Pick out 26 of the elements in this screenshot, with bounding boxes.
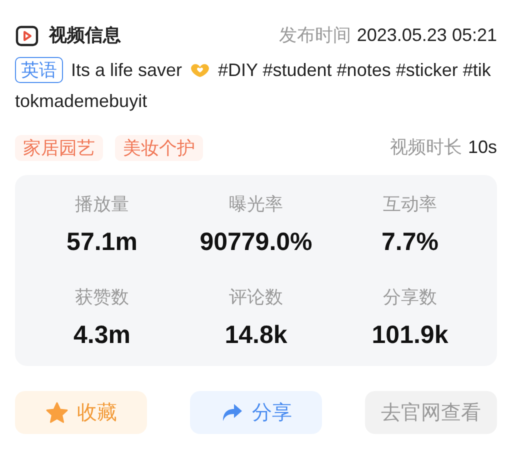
share-button[interactable]: 分享: [190, 391, 322, 434]
language-tag: 英语: [15, 57, 63, 83]
stat-label: 分享数: [383, 286, 437, 308]
stat-value: 4.3m: [74, 320, 130, 350]
stat-label: 互动率: [383, 193, 437, 216]
favorite-button[interactable]: 收藏: [15, 391, 147, 434]
stat-value: 14.8k: [224, 320, 288, 350]
stat-label: 曝光率: [229, 193, 283, 216]
category-tag: 家居园艺: [15, 134, 103, 160]
publish-time: 2023.05.23 05:21: [356, 24, 497, 47]
stat-label: 评论数: [229, 286, 283, 308]
star-icon: [45, 400, 69, 424]
duration-value: 10s: [468, 136, 497, 159]
category-tag: 美妆个护: [115, 134, 203, 160]
video-description: 英语 Its a life saver #DIY #student #notes #sticker #tiktokmademebuyit: [15, 55, 497, 117]
duration-label: 视频时长: [390, 136, 462, 159]
video-play-icon: [15, 24, 39, 48]
stat-value: 101.9k: [372, 320, 448, 350]
stat-label: 播放量: [75, 193, 129, 216]
publish-label: 发布时间: [278, 24, 351, 47]
stat-label: 获赞数: [75, 286, 129, 308]
section-title: 视频信息: [49, 24, 121, 47]
stat-value: 90779.0%: [200, 227, 312, 258]
official-site-button[interactable]: 去官网查看: [365, 391, 497, 434]
stat-value: 57.1m: [66, 227, 138, 258]
stat-value: 7.7%: [382, 227, 438, 258]
